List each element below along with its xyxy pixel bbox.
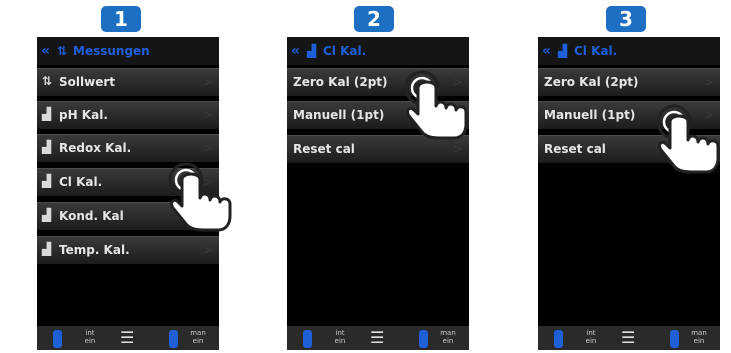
status-indicator-right xyxy=(419,330,428,348)
menu-item-label: Zero Kal (2pt) xyxy=(544,75,639,89)
back-double-chevron-icon[interactable]: « xyxy=(41,37,50,65)
chevron-right-icon: > xyxy=(202,108,213,122)
arrows-icon: ⇅ xyxy=(57,44,68,58)
int-ein-button[interactable]: int ein xyxy=(580,329,602,350)
menu-item-label: Temp. Kal. xyxy=(59,243,130,257)
footer-bar: int ein ☰ man ein xyxy=(37,326,219,350)
footer-bar: int ein ☰ man ein xyxy=(538,326,720,350)
list-icon[interactable]: ☰ xyxy=(120,326,134,350)
menu-item-ph-kal[interactable]: ▟ pH Kal. > xyxy=(37,101,219,129)
step-badge-2: 2 xyxy=(354,6,394,32)
calibrate-icon: ▟ xyxy=(42,107,52,121)
menu-item-zero-kal[interactable]: Zero Kal (2pt) > xyxy=(538,68,720,96)
list-icon[interactable]: ☰ xyxy=(621,326,635,350)
step-badge-3: 3 xyxy=(606,6,646,32)
menu-item-label: pH Kal. xyxy=(59,108,108,122)
calibrate-icon: ▟ xyxy=(558,44,568,58)
menu-item-label: Reset cal xyxy=(544,142,606,156)
arrows-icon: ⇅ xyxy=(42,74,53,88)
man-ein-button[interactable]: man ein xyxy=(437,329,459,350)
int-ein-button[interactable]: int ein xyxy=(79,329,101,350)
int-ein-button[interactable]: int ein xyxy=(329,329,351,350)
footer-bar: int ein ☰ man ein xyxy=(287,326,469,350)
menu-item-label: Manuell (1pt) xyxy=(544,108,636,122)
status-indicator-left xyxy=(303,330,312,348)
calibrate-icon: ▟ xyxy=(42,174,52,188)
back-double-chevron-icon[interactable]: « xyxy=(542,37,551,65)
man-ein-button[interactable]: man ein xyxy=(187,329,209,350)
header-title: Cl Kal. xyxy=(574,44,618,58)
menu-item-label: Manuell (1pt) xyxy=(293,108,385,122)
menu-item-label: Reset cal xyxy=(293,142,355,156)
calibrate-icon: ▟ xyxy=(307,44,317,58)
menu-item-label: Sollwert xyxy=(59,75,115,89)
man-ein-button[interactable]: man ein xyxy=(688,329,710,350)
menu-item-label: Cl Kal. xyxy=(59,175,103,189)
status-indicator-right xyxy=(169,330,178,348)
chevron-right-icon: > xyxy=(202,141,213,155)
step-badge-1: 1 xyxy=(101,6,141,32)
status-indicator-right xyxy=(670,330,679,348)
chevron-right-icon: > xyxy=(202,75,213,89)
header-bar: « ▟ Cl Kal. xyxy=(538,37,720,65)
calibrate-icon: ▟ xyxy=(42,208,52,222)
status-indicator-left xyxy=(554,330,563,348)
back-double-chevron-icon[interactable]: « xyxy=(291,37,300,65)
chevron-right-icon: > xyxy=(703,75,714,89)
screen-cl-kal-step3: « ▟ Cl Kal. Zero Kal (2pt) > Manuell (1p… xyxy=(538,37,720,350)
calibrate-icon: ▟ xyxy=(42,140,52,154)
tap-hand-icon xyxy=(656,104,720,174)
chevron-right-icon: > xyxy=(452,142,463,156)
header-title: Messungen xyxy=(73,44,150,58)
header-title: Cl Kal. xyxy=(323,44,367,58)
menu-item-redox-kal[interactable]: ▟ Redox Kal. > xyxy=(37,134,219,162)
status-indicator-left xyxy=(53,330,62,348)
menu-item-label: Redox Kal. xyxy=(59,141,132,155)
menu-item-temp-kal[interactable]: ▟ Temp. Kal. > xyxy=(37,236,219,264)
list-icon[interactable]: ☰ xyxy=(370,326,384,350)
tap-hand-icon xyxy=(404,70,468,140)
calibrate-icon: ▟ xyxy=(42,242,52,256)
menu-item-label: Kond. Kal xyxy=(59,209,124,223)
menu-item-sollwert[interactable]: ⇅ Sollwert > xyxy=(37,68,219,96)
tap-hand-icon xyxy=(168,162,232,232)
menu-item-label: Zero Kal (2pt) xyxy=(293,75,388,89)
header-bar: « ▟ Cl Kal. xyxy=(287,37,469,65)
header-bar: « ⇅ Messungen xyxy=(37,37,219,65)
chevron-right-icon: > xyxy=(202,243,213,257)
